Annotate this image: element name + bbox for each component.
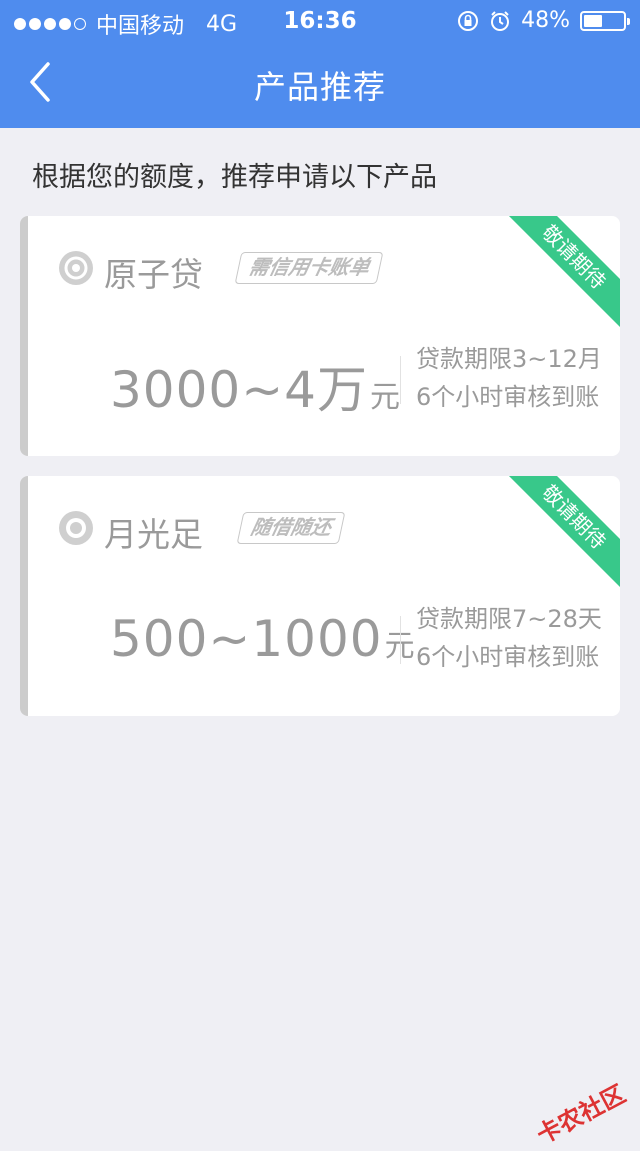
status-bar: 中国移动 4G 16:36 48%: [0, 0, 640, 40]
loan-term: 贷款期限7~28天: [416, 600, 602, 638]
amount-value: 500~1000: [110, 610, 383, 668]
rotation-lock-icon: [457, 10, 479, 32]
battery-percent: 48%: [521, 8, 570, 33]
watermark-logo: 卡农社区: [529, 1075, 630, 1151]
header: 中国移动 4G 16:36 48%: [0, 0, 640, 128]
product-logo-icon: [58, 510, 94, 546]
coming-soon-ribbon: 敬请期待: [500, 216, 620, 331]
page-title: 产品推荐: [0, 62, 640, 108]
product-name: 原子贷: [104, 248, 203, 296]
product-card-yueguangzu[interactable]: 月光足 随借随还 500~1000元 贷款期限7~28天 6个小时审核到账 敬请…: [20, 476, 620, 716]
recommendation-subtitle: 根据您的额度，推荐申请以下产品: [32, 155, 437, 194]
amount-range: 3000~4万元: [110, 350, 401, 422]
loan-info: 贷款期限7~28天 6个小时审核到账: [416, 600, 602, 676]
divider: [400, 356, 401, 404]
amount-range: 500~1000元: [110, 610, 416, 668]
amount-unit: 元: [370, 380, 401, 415]
battery-icon: [580, 11, 626, 31]
product-name: 月光足: [104, 508, 203, 556]
product-tag: 需信用卡账单: [235, 252, 384, 284]
loan-info: 贷款期限3~12月 6个小时审核到账: [416, 340, 602, 416]
divider: [400, 616, 401, 664]
coming-soon-ribbon: 敬请期待: [500, 476, 620, 591]
review-time: 6个小时审核到账: [416, 638, 602, 676]
product-logo-icon: [58, 250, 94, 286]
review-time: 6个小时审核到账: [416, 378, 602, 416]
product-card-yuanzidai[interactable]: 原子贷 需信用卡账单 3000~4万元 贷款期限3~12月 6个小时审核到账 敬…: [20, 216, 620, 456]
nav-bar: 产品推荐: [0, 40, 640, 128]
alarm-icon: [489, 10, 511, 32]
product-tag: 随借随还: [237, 512, 346, 544]
amount-value: 3000~4万: [110, 361, 368, 419]
loan-term: 贷款期限3~12月: [416, 340, 602, 378]
